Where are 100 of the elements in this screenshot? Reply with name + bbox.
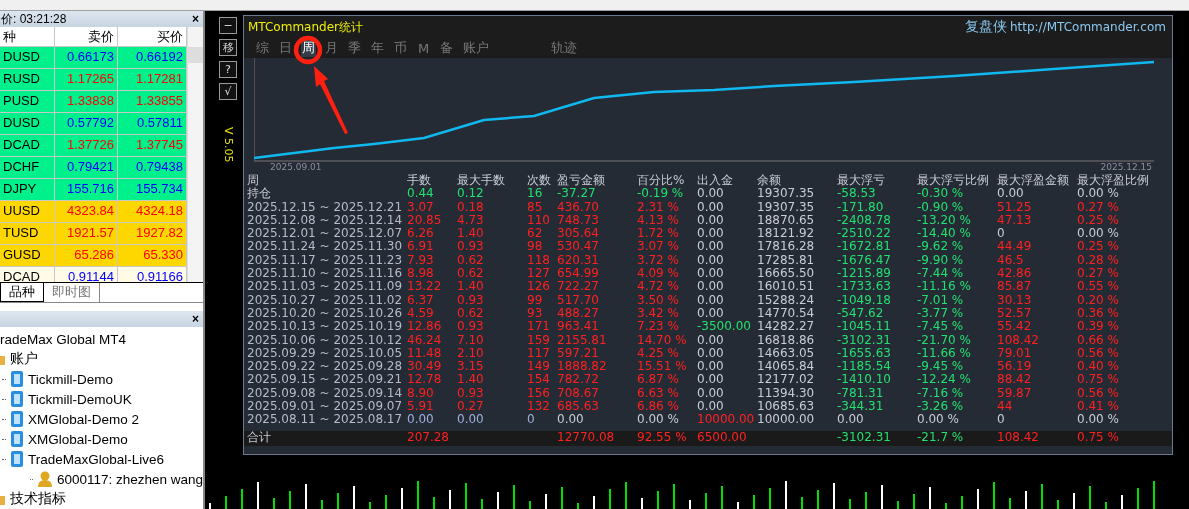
table-cell-text: 7.10 [457,333,485,347]
close-button[interactable]: × [192,12,199,26]
table-cell-text: 3.07 % [637,240,680,254]
table-cell-text: 62 [527,227,544,241]
quote-row[interactable]: RUSD 1.17265 1.17281 [0,69,187,91]
tree-item[interactable]: Tickmill-Demo [28,371,113,387]
quote-row[interactable]: DCHF 0.79421 0.79438 [0,157,187,179]
quote-row[interactable]: GUSD 65.286 65.330 [0,245,187,267]
table-cell-text: 4.25 % [637,346,680,361]
tool-button[interactable]: √ [219,83,237,100]
table-cell-text: 1.40 [457,227,485,241]
tree-item[interactable]: 账户 [10,350,38,368]
scrollbar[interactable] [187,27,203,283]
table-cell-text: 17816.28 [757,240,816,254]
quote-row[interactable]: DUSD 0.57792 0.57811 [0,113,187,135]
panel-title: MTCommander统计 [248,18,364,36]
symbol-cell: GUSD [0,245,55,266]
table-cell-text: 748.73 [557,213,600,228]
table-cell-text: 16818.86 [757,333,816,347]
tab[interactable]: 日 [278,39,293,57]
tree-item[interactable]: 技术指标 [10,490,66,508]
tree-item[interactable]: radeMax Global MT4 [0,331,127,347]
quote-row[interactable]: DJPY 155.716 155.734 [0,179,187,201]
table-cell-text: 0.62 [457,306,485,321]
table-cell-text: 42.86 [997,267,1033,281]
tab[interactable]: 月 [324,39,339,57]
table-cell-text: 2025.09.15 ~ 2025.09.21 [247,373,404,387]
quote-row[interactable]: DUSD 0.66173 0.66192 [0,47,187,69]
tab[interactable]: 币 [393,39,408,57]
column-header: 最大浮盈比例 [1077,174,1150,188]
table-cell-text: 654.99 [557,267,600,281]
bid-cell: 1.37726 [55,135,118,156]
table-cell-text: 0.56 % [1077,346,1120,361]
quote-row[interactable]: TUSD 1921.57 1927.82 [0,223,187,245]
close-button[interactable]: × [192,312,199,327]
table-cell-text: -2408.78 [837,213,892,228]
table-cell-text: 127 [527,267,551,281]
table-cell-text: 85 [527,200,544,214]
table-cell-text: 1.40 [457,280,485,294]
quote-row[interactable]: DCAD 0.91144 0.91166 [0,267,187,283]
tree-item[interactable]: Tickmill-DemoUK [28,391,132,407]
tab[interactable]: 综 [255,39,270,57]
table-cell-text: 7.93 [407,253,435,268]
table-cell-text: 530.47 [557,240,600,254]
tree-item[interactable]: XMGlobal-Demo [28,431,128,447]
table-cell-text: 2025.09.08 ~ 2025.09.14 [247,386,404,401]
table-cell-text: -1733.63 [837,280,892,294]
table-cell-text: 117 [527,346,551,361]
table-cell-text: -0.19 % [637,187,685,201]
table-cell-text: 6.37 [407,293,435,307]
website-link[interactable]: http://MTCommander.com [1009,20,1166,34]
tool-button[interactable]: ? [219,61,237,78]
table-cell-text: 0.93 [457,240,485,254]
tab[interactable]: 轨迹 [550,39,578,57]
table-cell-text: 2025.11.03 ~ 2025.11.09 [247,280,404,294]
table-cell-text: 18870.65 [757,213,816,228]
table-cell-text: 0 [997,413,1006,427]
table-cell-text: 0.00 [557,413,585,427]
table-cell-text: 2025.12.08 ~ 2025.12.14 [247,213,404,228]
table-cell-text: -9.45 % [917,360,965,374]
bid-cell: 4323.84 [55,201,118,222]
tool-button[interactable]: − [219,17,237,34]
quote-row[interactable]: UUSD 4323.84 4324.18 [0,201,187,223]
table-cell-text: 6.87 % [637,373,680,387]
quote-row[interactable]: PUSD 1.33838 1.33855 [0,91,187,113]
tab[interactable]: 备 [439,39,454,57]
tree-item[interactable]: 6000117: zhezhen wang [56,471,203,487]
table-cell-text: 10685.63 [757,400,816,414]
bid-cell: 0.66173 [55,47,118,68]
tree-item[interactable]: TradeMaxGlobal-Live6 [28,451,165,467]
table-cell-text: 持仓 [247,187,272,201]
table-cell-text: 0.00 [697,200,725,214]
table-cell-text: 2025.10.06 ~ 2025.10.12 [247,333,404,347]
bid-cell: 65.286 [55,245,118,266]
table-cell-text: 2025.10.27 ~ 2025.11.02 [247,293,404,307]
table-cell-text: -547.62 [837,306,885,321]
table-cell-text: -58.53 [837,187,877,201]
table-cell-text: 3.15 [457,360,485,374]
table-cell-text: 0.27 % [1077,200,1120,214]
tab[interactable]: 即时图 [44,283,100,303]
tree-item[interactable]: XMGlobal-Demo 2 [28,411,140,427]
table-cell-text: 154 [527,373,551,387]
quote-row[interactable]: DCAD 1.37726 1.37745 [0,135,187,157]
tab[interactable]: 季 [347,39,362,57]
table-cell-text: 0.66 % [1077,333,1120,347]
tab[interactable]: M [416,40,431,56]
table-cell-text: 2155.81 [557,333,608,347]
tool-button[interactable]: 移 [219,39,237,56]
tab[interactable]: 品种 [0,283,44,303]
table-cell-text: -3500.00 [697,320,752,334]
table-cell-text: 0.41 % [1077,400,1120,414]
column-header: 出入金 [697,174,734,188]
table-cell-text: -7.45 % [917,320,965,334]
tab[interactable]: 账户 [462,39,490,57]
tab[interactable]: 年 [370,39,385,57]
table-cell-text: 16665.50 [757,267,816,281]
table-cell-text: 11394.30 [757,386,816,401]
table-cell-text: -0.90 % [917,200,965,214]
table-cell-text: 305.64 [557,227,600,241]
table-cell-text: 51.25 [997,200,1033,214]
